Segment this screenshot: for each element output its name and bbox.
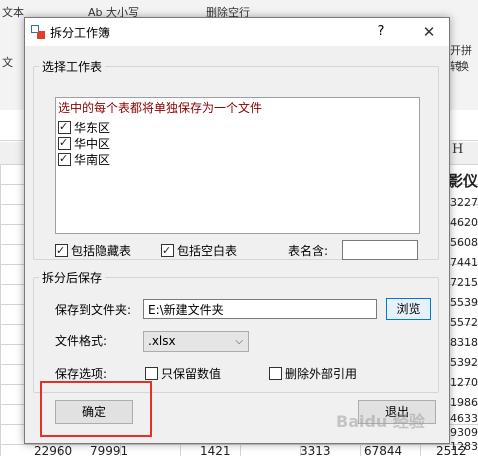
format-value: .xlsx [148, 334, 176, 348]
dialog-title: 拆分工作簿 [50, 26, 111, 40]
ribbon-text: 文 [2, 56, 13, 69]
keep-values-option[interactable]: 只保留数值 [145, 365, 221, 383]
include-hidden-label: 包括隐藏表 [71, 244, 132, 258]
close-button[interactable]: ✕ [417, 21, 441, 43]
highlight-box [40, 381, 152, 437]
ribbon-text: 文本 [2, 6, 24, 19]
ribbon-text: 换 [458, 60, 469, 73]
chevron-down-icon: ⌵ [235, 336, 243, 347]
list-item[interactable]: 华中区 [58, 135, 111, 152]
include-blank-option[interactable]: 包括空白表 [161, 242, 237, 260]
title-bar[interactable]: 拆分工作簿 ? ✕ [25, 18, 449, 46]
sheet-name: 华东区 [74, 121, 111, 135]
help-button[interactable]: ? [371, 22, 391, 42]
list-hint-text: 选中的每个表都将单独保存为一个文件 [58, 101, 263, 115]
include-blank-checkbox[interactable] [161, 242, 174, 260]
column-header-h[interactable]: H [452, 142, 463, 157]
include-hidden-option[interactable]: 包括隐藏表 [55, 242, 131, 260]
split-workbook-dialog: 拆分工作簿 ? ✕ 选择工作表 选中的每个表都将单独保存为一个文件 华东区 华中… [24, 17, 450, 444]
cell[interactable]: 影仪 [448, 170, 478, 191]
name-contains-label: 表名含: [288, 244, 329, 258]
sheet-checkbox[interactable] [58, 135, 71, 151]
remove-external-option[interactable]: 删除外部引用 [269, 365, 357, 383]
folder-input[interactable]: E:\新建文件夹 [143, 299, 377, 319]
format-select[interactable]: .xlsx ⌵ [143, 331, 249, 352]
workbook-icon [31, 25, 45, 39]
sheet-name: 华南区 [74, 153, 111, 167]
select-sheets-group-label: 选择工作表 [39, 58, 106, 75]
remove-external-label: 删除外部引用 [285, 367, 358, 381]
include-blank-label: 包括空白表 [177, 244, 238, 258]
name-contains-input[interactable] [342, 240, 418, 260]
browse-button[interactable]: 浏览 [386, 298, 431, 320]
sheet-name: 华中区 [74, 137, 111, 151]
list-item[interactable]: 华南区 [58, 151, 111, 168]
sheet-checkbox[interactable] [58, 119, 71, 135]
remove-external-checkbox[interactable] [269, 367, 282, 380]
keep-values-checkbox[interactable] [145, 367, 158, 380]
format-label: 文件格式: [55, 334, 108, 348]
list-item[interactable]: 华东区 [58, 119, 111, 136]
sheet-checkbox[interactable] [58, 151, 71, 167]
include-hidden-checkbox[interactable] [55, 242, 68, 260]
folder-label: 保存到文件夹: [55, 303, 132, 317]
sheet-list[interactable]: 选中的每个表都将单独保存为一个文件 华东区 华中区 华南区 [55, 97, 420, 234]
watermark: Baidu 经验 [336, 412, 425, 431]
keep-values-label: 只保留数值 [161, 367, 222, 381]
save-group-label: 拆分后保存 [39, 269, 106, 286]
